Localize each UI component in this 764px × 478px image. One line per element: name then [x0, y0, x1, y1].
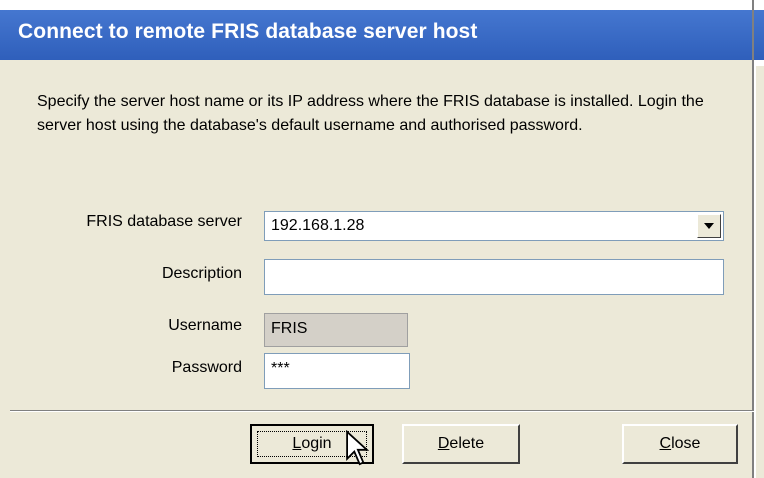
delete-button[interactable]: Delete [402, 424, 520, 464]
separator-highlight [10, 411, 754, 412]
description-label: Description [161, 265, 242, 282]
password-value: *** [271, 360, 290, 377]
chevron-down-icon [704, 223, 714, 229]
description-field[interactable] [264, 259, 724, 295]
server-combobox[interactable]: 192.168.1.28 [264, 211, 724, 241]
window-edge [752, 0, 754, 478]
username-field: FRIS [264, 313, 408, 347]
close-label: lose [671, 435, 701, 452]
dropdown-button[interactable] [697, 214, 721, 238]
server-label: FRIS database server [86, 213, 242, 230]
delete-accel: D [437, 435, 450, 452]
server-value: 192.168.1.28 [271, 217, 365, 234]
close-accel: C [659, 435, 672, 452]
username-label: Username [168, 317, 242, 334]
password-field[interactable]: *** [264, 353, 410, 389]
title-bar: Connect to remote FRIS database server h… [0, 0, 764, 66]
delete-label: elete [449, 435, 485, 452]
username-value: FRIS [271, 320, 308, 337]
window-title: Connect to remote FRIS database server h… [18, 20, 478, 43]
close-button[interactable]: Close [622, 424, 738, 464]
mouse-cursor-icon [346, 430, 370, 466]
instructions-text: Specify the server host name or its IP a… [37, 93, 704, 134]
password-label: Password [171, 359, 242, 376]
